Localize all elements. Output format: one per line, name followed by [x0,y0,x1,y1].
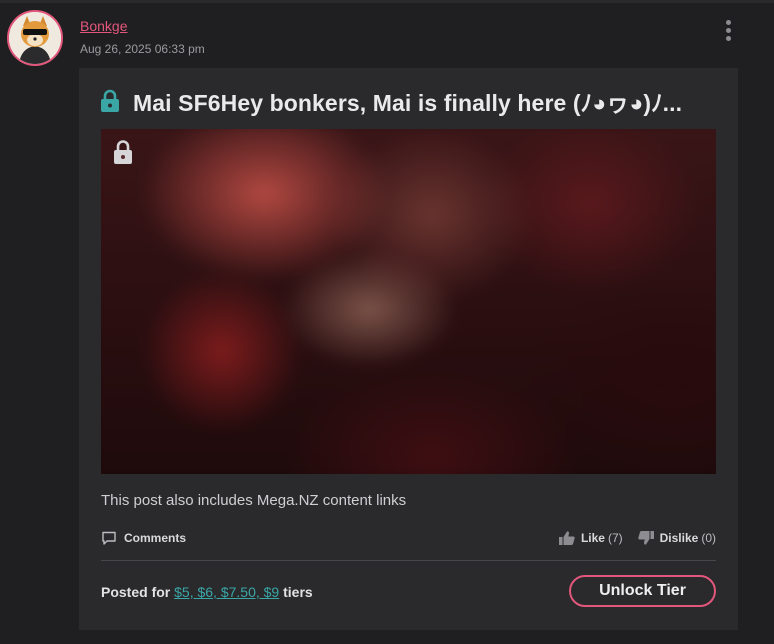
posted-suffix: tiers [279,584,313,600]
kebab-menu-icon [725,28,731,33]
like-button[interactable]: Like (7) [558,530,623,546]
author-name-link[interactable]: Bonkge [80,18,127,34]
post-actions: Comments Like (7) Dislike (0) [101,530,716,550]
shiba-dog-avatar-icon [9,12,61,64]
content-links-note: This post also includes Mega.NZ content … [101,492,407,509]
like-count: (7) [607,531,623,545]
unlock-tier-button[interactable]: Unlock Tier [569,575,716,607]
posted-prefix: Posted for [101,584,175,600]
kebab-menu-icon [725,20,731,25]
lock-icon [114,140,132,164]
dislike-label: Dislike [659,531,699,545]
post-title-row: Mai SF6Hey bonkers, Mai is finally here … [99,86,719,116]
tiers-link[interactable]: $5, $6, $7.50, $9 [174,584,279,600]
comments-label: Comments [124,531,187,545]
post-card: Mai SF6Hey bonkers, Mai is finally here … [79,68,738,630]
thumbs-down-icon [637,531,654,545]
top-divider [0,0,774,3]
comments-button[interactable]: Comments [101,530,186,546]
card-divider [101,560,716,561]
reactions: Like (7) Dislike (0) [544,530,716,546]
post-page: Bonkge Aug 26, 2025 06:33 pm Mai SF6Hey … [0,0,774,644]
posted-for-tiers: Posted for $5, $6, $7.50, $9 tiers [101,584,313,600]
dislike-button[interactable]: Dislike (0) [637,530,716,546]
thumbs-up-icon [558,531,575,545]
locked-media-preview[interactable] [101,129,716,474]
lock-icon [101,89,119,112]
like-label: Like [580,531,605,545]
more-options-button[interactable] [720,20,736,44]
post-title[interactable]: Mai SF6Hey bonkers, Mai is finally here … [133,84,682,118]
author-avatar[interactable] [7,10,63,66]
dislike-count: (0) [701,531,716,545]
post-date: Aug 26, 2025 06:33 pm [80,42,205,56]
blurred-image [101,129,716,474]
comment-icon [102,531,116,545]
kebab-menu-icon [725,36,731,41]
